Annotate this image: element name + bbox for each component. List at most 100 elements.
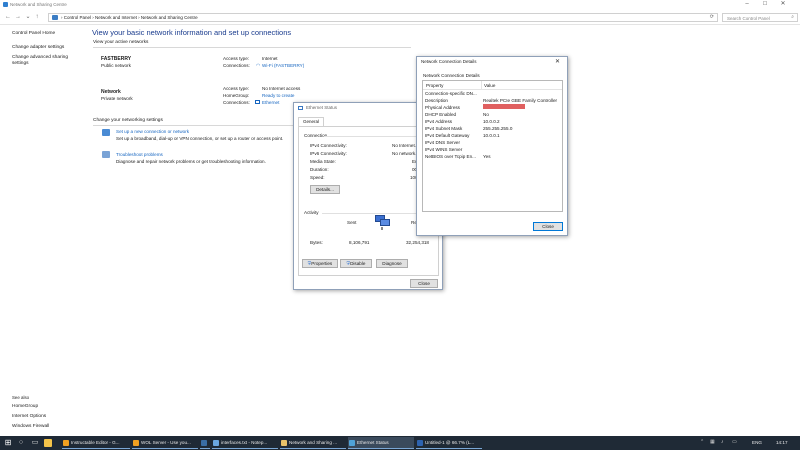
battery-icon[interactable]: ▭ [732,439,737,445]
ethernet-connection-link[interactable]: Ethernet [262,100,279,105]
stat-label: IPv6 Connectivity: [310,151,347,156]
change-advanced-sharing-link-line2[interactable]: settings [12,61,29,66]
homegroup-label: HomeGroup: [223,93,250,98]
breadcrumb-network-internet[interactable]: Network and Internet [95,15,137,20]
search-icon[interactable]: ○ [16,438,26,448]
taskbar-item-label: Ethernet Status [357,440,389,445]
stat-value: No network... [392,151,420,156]
taskbar-item[interactable]: Ethernet Status [348,437,414,449]
maximize-button[interactable]: ☐ [758,1,772,9]
taskbar-item[interactable]: WOL Server - Use you... [132,437,198,449]
network-name: FASTBERRY [101,56,132,62]
taskbar-item-label: WOL Server - Use you... [141,440,191,445]
language-indicator[interactable]: ENG [752,440,762,445]
network-activity-icon [373,215,391,230]
network-tray-icon[interactable]: ▦ [710,439,715,445]
up-arrow-icon[interactable]: ↑ [33,13,41,21]
taskbar-item[interactable]: Instructable Editor - G... [62,437,130,449]
bytes-sent: 8,106,791 [349,240,370,245]
taskbar-item[interactable] [200,437,210,449]
detail-value: Realtek PCIe GBE Family Controller [483,98,558,103]
detail-value: 10.0.0.1 [483,133,500,138]
column-header-property[interactable]: Property [426,83,443,88]
see-also-label: See also [12,395,30,400]
file-explorer-icon[interactable] [44,439,52,447]
refresh-icon[interactable]: ⟳ [710,14,714,20]
forward-arrow-icon[interactable]: → [14,13,22,21]
close-window-button[interactable]: ✕ [776,0,790,9]
column-divider [481,81,482,90]
tab-general[interactable]: General [298,117,324,126]
left-pane [0,25,88,435]
stat-label: IPv4 Connectivity: [310,143,347,148]
details-group-label: Network Connection Details [423,73,480,78]
close-x-icon[interactable]: ✕ [555,58,560,65]
detail-value: 10.0.0.2 [483,119,500,124]
dialog-title: Network Connection Details [421,59,477,64]
detail-property: DHCP Enabled [425,112,457,117]
search-input[interactable]: Search Control Panel ⌕ [722,13,798,22]
windows-start-icon[interactable]: ⊞ [3,438,13,448]
breadcrumb[interactable]: › Control Panel › Network and Internet ›… [48,13,718,22]
taskbar-item-label: Untitled-1 @ 66.7% (L... [425,440,475,445]
taskbar-item-label: Instructable Editor - G... [71,440,120,445]
disable-label: Disable [350,261,366,266]
chevron-up-icon[interactable]: ⌃ [700,439,704,445]
breadcrumb-sharing-centre[interactable]: Network and Sharing Centre [141,15,198,20]
diagnose-button[interactable]: Diagnose [376,259,408,268]
properties-button[interactable]: ⛨Properties [302,259,338,268]
taskbar-item[interactable]: interfaces.txt - Notep... [212,437,278,449]
notepad-icon [213,440,219,446]
volume-icon[interactable]: ♪ [721,439,724,445]
stat-label: Duration: [310,167,329,172]
taskbar-item[interactable]: Network and Sharing ... [280,437,346,449]
wifi-connection-link[interactable]: Wi-Fi (FASTBERRY) [262,63,304,68]
control-panel-home-link[interactable]: Control Panel Home [12,31,55,36]
activity-group-label: Activity [304,210,319,215]
connection-details-dialog: Network Connection Details ✕ Network Con… [416,56,568,236]
task-view-icon[interactable]: ▭ [30,438,40,448]
properties-label: Properties [311,261,333,266]
close-button[interactable]: Close [410,279,438,288]
taskbar-item-label: Network and Sharing ... [289,440,338,445]
window-title: Network and Sharing Centre [10,2,67,7]
homegroup-link[interactable]: HomeGroup [12,404,38,409]
column-header-value[interactable]: Value [484,83,495,88]
breadcrumb-control-panel[interactable]: Control Panel [64,15,91,20]
taskbar: ⊞ ○ ▭ Instructable Editor - G... WOL Ser… [0,436,800,450]
stat-label: Media State: [310,159,336,164]
recent-chevron-icon[interactable]: ⌄ [24,13,32,21]
disable-button[interactable]: ⛨Disable [340,259,372,268]
details-button[interactable]: Details... [310,185,340,194]
network-type: Public network [101,63,131,68]
detail-property: IPv4 DNS Server [425,140,460,145]
homegroup-ready-link[interactable]: Ready to create [262,93,294,98]
change-advanced-sharing-link[interactable]: Change advanced sharing [12,55,68,60]
internet-options-link[interactable]: Internet Options [12,414,46,419]
detail-value: No [483,112,489,117]
search-icon[interactable]: ⌕ [791,14,794,20]
ethernet-icon [255,100,260,104]
bytes-received: 32,254,318 [406,240,429,245]
page-title: View your basic network information and … [92,28,292,37]
divider [93,125,293,126]
close-button[interactable]: Close [533,222,563,231]
detail-property: Connection-specific DN... [425,91,477,96]
minimize-button[interactable]: – [740,1,754,9]
back-arrow-icon[interactable]: ← [4,13,12,21]
bytes-label: Bytes: [310,240,323,245]
troubleshoot-link[interactable]: Troubleshoot problems [116,152,163,157]
taskbar-item-label: interfaces.txt - Notep... [221,440,268,445]
network-type: Private network [101,96,133,101]
connections-label: Connections: [223,63,250,68]
sent-label: Sent [347,220,357,225]
taskbar-item[interactable]: Untitled-1 @ 66.7% (L... [416,437,482,449]
clock[interactable]: 14:17 [776,440,788,445]
ethernet-icon [349,440,355,446]
wifi-icon: ◠ [256,63,261,69]
change-adapter-settings-link[interactable]: Change adapter settings [12,45,64,50]
access-type-value: Internet [262,56,278,61]
windows-firewall-link[interactable]: Windows Firewall [12,424,49,429]
dialog-title: Ethernet Status [306,105,338,110]
setup-connection-link[interactable]: Set up a new connection or network [116,129,189,134]
